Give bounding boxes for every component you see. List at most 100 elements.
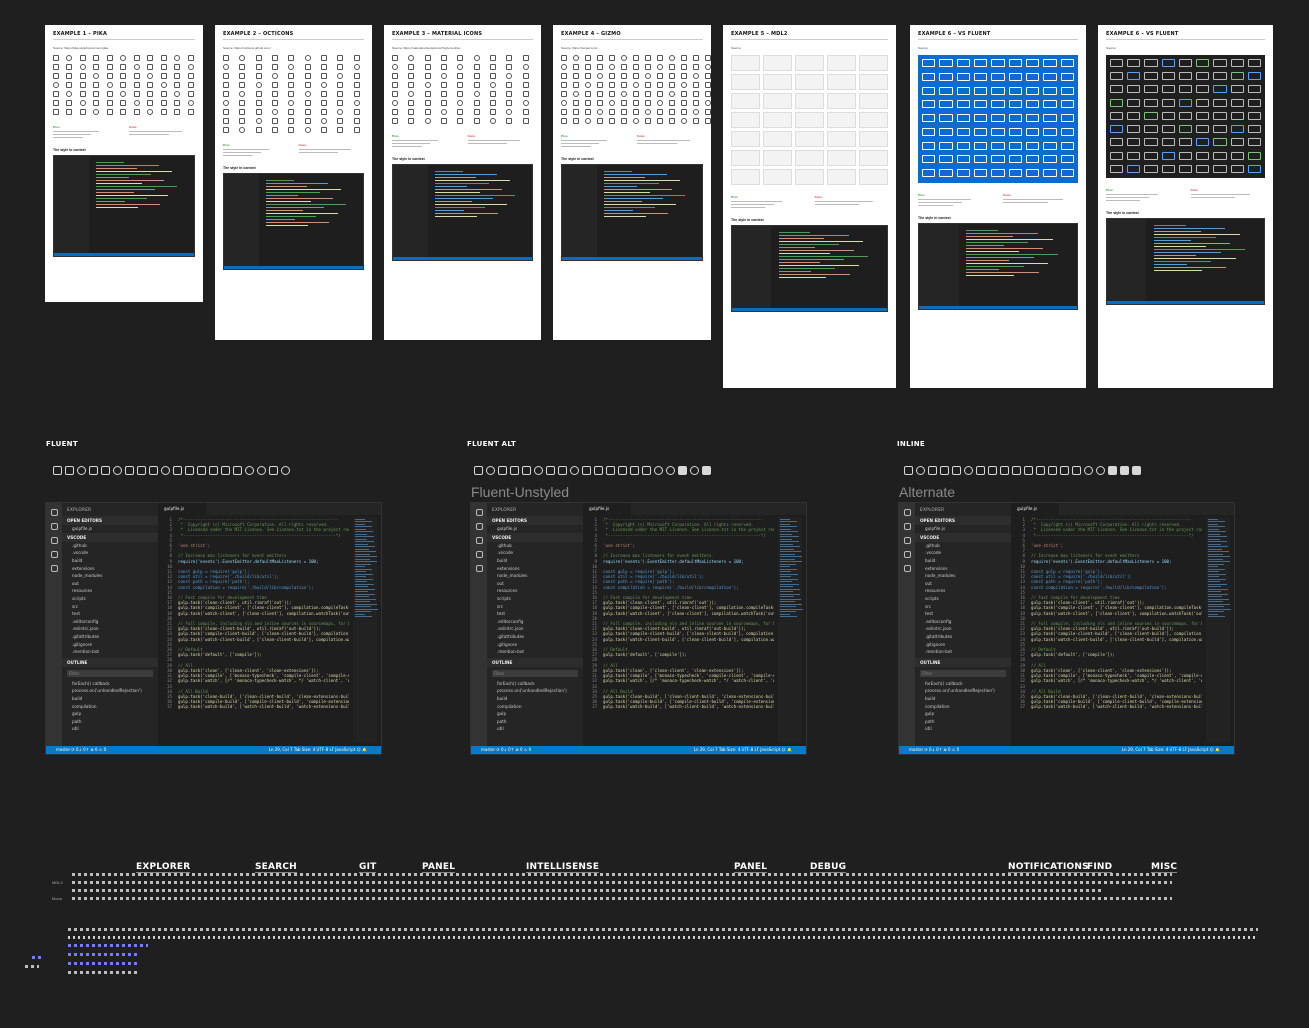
tree-item[interactable]: extensions bbox=[915, 564, 1011, 572]
outline-item[interactable]: build bbox=[487, 695, 583, 703]
open-editors-section[interactable]: OPEN EDITORS bbox=[487, 516, 583, 525]
tree-item[interactable]: resources bbox=[62, 587, 158, 595]
tree-item[interactable]: scripts bbox=[62, 595, 158, 603]
git-icon[interactable] bbox=[50, 537, 58, 544]
outline-item[interactable]: process.on('unhandledRejection') bbox=[62, 687, 158, 695]
tree-item[interactable]: .gitignore bbox=[487, 640, 583, 648]
minimap[interactable] bbox=[353, 517, 378, 742]
open-editor-item[interactable]: gulpfile.js bbox=[487, 525, 583, 533]
tree-item[interactable]: src bbox=[487, 602, 583, 610]
status-left[interactable]: master ⟳ 0↓ 0↑ ⊗ 0 ⚠ 0 bbox=[56, 746, 106, 754]
debug-icon[interactable] bbox=[903, 551, 911, 558]
status-left[interactable]: master ⟳ 0↓ 0↑ ⊗ 0 ⚠ 0 bbox=[481, 746, 531, 754]
git-icon[interactable] bbox=[475, 537, 483, 544]
tree-item[interactable]: node_modules bbox=[62, 572, 158, 580]
workspace-section[interactable]: VSCODE bbox=[62, 532, 158, 542]
code-area[interactable]: 1/*-------------------------------------… bbox=[583, 517, 774, 744]
tree-item[interactable]: .mention-bot bbox=[62, 648, 158, 656]
outline-item[interactable]: gulp bbox=[915, 710, 1011, 718]
tree-item[interactable]: extensions bbox=[62, 564, 158, 572]
tree-item[interactable]: scripts bbox=[915, 595, 1011, 603]
tree-item[interactable]: .editorconfig bbox=[915, 618, 1011, 626]
tree-item[interactable]: node_modules bbox=[915, 572, 1011, 580]
tree-item[interactable]: .vscode bbox=[62, 549, 158, 557]
extensions-icon[interactable] bbox=[50, 565, 58, 572]
git-icon[interactable] bbox=[903, 537, 911, 544]
outline-item[interactable]: forEach() callback bbox=[915, 680, 1011, 688]
tree-item[interactable]: build bbox=[487, 557, 583, 565]
outline-filter-input[interactable]: Filter bbox=[920, 669, 1006, 677]
tree-item[interactable]: build bbox=[915, 557, 1011, 565]
explorer-icon[interactable] bbox=[903, 509, 911, 516]
tree-item[interactable]: src bbox=[62, 602, 158, 610]
tree-item[interactable]: .eslintrc.json bbox=[62, 625, 158, 633]
tree-item[interactable]: test bbox=[62, 610, 158, 618]
outline-item[interactable]: build bbox=[62, 695, 158, 703]
tree-item[interactable]: .eslintrc.json bbox=[487, 625, 583, 633]
status-right[interactable]: Ln 29, Col 7 Tab Size: 4 UTF-8 LF JavaSc… bbox=[694, 746, 792, 754]
outline-item[interactable]: util bbox=[62, 725, 158, 733]
tree-item[interactable]: build bbox=[62, 557, 158, 565]
extensions-icon[interactable] bbox=[903, 565, 911, 572]
tree-item[interactable]: src bbox=[915, 602, 1011, 610]
outline-section[interactable]: OUTLINE bbox=[62, 657, 158, 667]
open-editor-item[interactable]: gulpfile.js bbox=[915, 525, 1011, 533]
outline-filter-input[interactable]: Filter bbox=[67, 669, 153, 677]
extensions-icon[interactable] bbox=[475, 565, 483, 572]
outline-item[interactable]: gulp bbox=[487, 710, 583, 718]
status-left[interactable]: master ⟳ 0↓ 0↑ ⊗ 0 ⚠ 0 bbox=[909, 746, 959, 754]
open-editors-section[interactable]: OPEN EDITORS bbox=[915, 516, 1011, 525]
open-editor-item[interactable]: gulpfile.js bbox=[62, 525, 158, 533]
outline-section[interactable]: OUTLINE bbox=[487, 657, 583, 667]
outline-item[interactable]: compilation bbox=[487, 702, 583, 710]
tree-item[interactable]: .gitignore bbox=[915, 640, 1011, 648]
workspace-section[interactable]: VSCODE bbox=[487, 532, 583, 542]
minimap[interactable] bbox=[778, 517, 803, 742]
tree-item[interactable]: test bbox=[915, 610, 1011, 618]
outline-item[interactable]: compilation bbox=[915, 702, 1011, 710]
outline-item[interactable]: gulp bbox=[62, 710, 158, 718]
tree-item[interactable]: out bbox=[915, 580, 1011, 588]
tree-item[interactable]: .github bbox=[62, 542, 158, 550]
editor-tab[interactable]: gulpfile.js bbox=[583, 503, 631, 515]
tree-item[interactable]: .editorconfig bbox=[62, 618, 158, 626]
debug-icon[interactable] bbox=[475, 551, 483, 558]
tree-item[interactable]: .mention-bot bbox=[915, 648, 1011, 656]
code-area[interactable]: 1/*-------------------------------------… bbox=[158, 517, 349, 744]
search-icon[interactable] bbox=[50, 523, 58, 530]
editor-tab[interactable]: gulpfile.js bbox=[1011, 503, 1059, 515]
outline-item[interactable]: forEach() callback bbox=[62, 680, 158, 688]
outline-item[interactable]: util bbox=[487, 725, 583, 733]
tree-item[interactable]: .gitattributes bbox=[915, 633, 1011, 641]
outline-filter-input[interactable]: Filter bbox=[492, 669, 578, 677]
outline-item[interactable]: forEach() callback bbox=[487, 680, 583, 688]
tree-item[interactable]: .eslintrc.json bbox=[915, 625, 1011, 633]
tree-item[interactable]: resources bbox=[915, 587, 1011, 595]
editor-tab[interactable]: gulpfile.js bbox=[158, 503, 206, 515]
debug-icon[interactable] bbox=[50, 551, 58, 558]
outline-item[interactable]: util bbox=[915, 725, 1011, 733]
outline-item[interactable]: path bbox=[62, 717, 158, 725]
tree-item[interactable]: out bbox=[487, 580, 583, 588]
status-right[interactable]: Ln 29, Col 7 Tab Size: 4 UTF-8 LF JavaSc… bbox=[269, 746, 367, 754]
outline-item[interactable]: process.on('unhandledRejection') bbox=[915, 687, 1011, 695]
tree-item[interactable]: .gitattributes bbox=[487, 633, 583, 641]
outline-item[interactable]: build bbox=[915, 695, 1011, 703]
outline-item[interactable]: compilation bbox=[62, 702, 158, 710]
tree-item[interactable]: .github bbox=[915, 542, 1011, 550]
search-icon[interactable] bbox=[903, 523, 911, 530]
code-area[interactable]: 1/*-------------------------------------… bbox=[1011, 517, 1202, 744]
outline-item[interactable]: path bbox=[487, 717, 583, 725]
outline-item[interactable]: process.on('unhandledRejection') bbox=[487, 687, 583, 695]
outline-section[interactable]: OUTLINE bbox=[915, 657, 1011, 667]
status-right[interactable]: Ln 29, Col 7 Tab Size: 4 UTF-8 LF JavaSc… bbox=[1122, 746, 1220, 754]
workspace-section[interactable]: VSCODE bbox=[915, 532, 1011, 542]
open-editors-section[interactable]: OPEN EDITORS bbox=[62, 516, 158, 525]
tree-item[interactable]: .vscode bbox=[915, 549, 1011, 557]
tree-item[interactable]: out bbox=[62, 580, 158, 588]
explorer-icon[interactable] bbox=[50, 509, 58, 516]
tree-item[interactable]: test bbox=[487, 610, 583, 618]
tree-item[interactable]: .vscode bbox=[487, 549, 583, 557]
tree-item[interactable]: .gitattributes bbox=[62, 633, 158, 641]
tree-item[interactable]: scripts bbox=[487, 595, 583, 603]
